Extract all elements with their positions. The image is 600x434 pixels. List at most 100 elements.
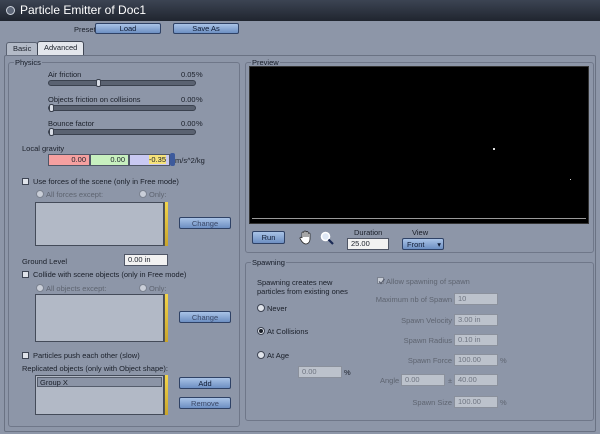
spawn-velocity-label: Spawn Velocity	[401, 316, 452, 325]
only-forces-radio[interactable]	[139, 190, 147, 198]
gravity-x-field[interactable]: 0.00	[48, 154, 90, 166]
angle-label: Angle	[380, 376, 400, 385]
age-unit: %	[344, 368, 351, 377]
tab-advanced[interactable]: Advanced	[37, 41, 85, 56]
add-button[interactable]: Add	[179, 377, 231, 389]
local-gravity-label: Local gravity	[22, 144, 65, 153]
view-select-value: Front	[407, 240, 425, 249]
forces-list-scrollbar[interactable]	[164, 202, 168, 246]
replicated-label: Replicated objects (only with Object sha…	[22, 364, 168, 373]
spawn-size-label: Spawn Size	[412, 398, 452, 407]
push-checkbox[interactable]	[22, 352, 29, 359]
angle-max-field[interactable]: 40.00	[454, 374, 498, 386]
objects-friction-slider-thumb[interactable]	[49, 104, 54, 112]
allow-spawn-label: Allow spawning of spawn	[386, 277, 470, 286]
spawn-force-field[interactable]: 100.00	[454, 354, 498, 366]
objects-friction-value: 0.00	[181, 95, 196, 104]
physics-title: Physics	[14, 58, 42, 67]
change-forces-button[interactable]: Change	[179, 217, 231, 229]
title-bar: Particle Emitter of Doc1	[0, 0, 600, 21]
at-collisions-radio[interactable]	[257, 327, 265, 335]
preview-viewport[interactable]	[249, 66, 589, 224]
objects-friction-unit: %	[196, 95, 203, 104]
bounce-factor-slider-thumb[interactable]	[49, 128, 54, 136]
collide-label: Collide with scene objects (only in Free…	[33, 270, 187, 279]
spawn-radius-label: Spawn Radius	[403, 336, 452, 345]
all-forces-radio[interactable]	[36, 190, 44, 198]
gravity-z-value: -0.35	[148, 155, 166, 164]
collide-checkbox[interactable]	[22, 271, 29, 278]
particle	[493, 148, 495, 150]
bounce-factor-unit: %	[196, 119, 203, 128]
window-menu-icon[interactable]	[6, 6, 15, 15]
bounce-factor-label: Bounce factor	[48, 119, 95, 128]
spawning-description: Spawning creates new particles from exis…	[257, 278, 348, 296]
forces-list[interactable]	[35, 202, 164, 246]
at-age-label: At Age	[267, 351, 290, 360]
chevron-down-icon: ▾	[437, 240, 441, 249]
only-objects-label: Only:	[149, 284, 167, 293]
use-forces-checkbox[interactable]	[22, 178, 29, 185]
at-age-radio[interactable]	[257, 351, 265, 359]
view-select[interactable]: Front ▾	[402, 238, 444, 250]
air-friction-label: Air friction	[48, 70, 82, 79]
spawn-force-label: Spawn Force	[407, 356, 452, 365]
at-collisions-label: At Collisions	[267, 327, 309, 336]
ground-line	[252, 218, 586, 219]
gravity-z-field[interactable]: -0.35	[129, 154, 170, 166]
angle-min-field[interactable]: 0.00	[401, 374, 445, 386]
load-button[interactable]: Load	[95, 23, 161, 34]
spawn-force-unit: %	[500, 356, 507, 365]
use-forces-label: Use forces of the scene (only in Free mo…	[33, 177, 179, 186]
list-item[interactable]: Group X	[37, 377, 162, 387]
never-label: Never	[267, 304, 288, 313]
gravity-unit: m/s^2/kg	[175, 156, 205, 165]
push-label: Particles push each other (slow)	[33, 351, 140, 360]
all-objects-radio[interactable]	[36, 284, 44, 292]
gravity-y-field[interactable]: 0.00	[90, 154, 129, 166]
only-objects-radio[interactable]	[139, 284, 147, 292]
all-forces-except-label: All forces except:	[46, 190, 104, 199]
max-spawn-field[interactable]: 10	[454, 293, 498, 305]
ground-level-field[interactable]: 0.00 in	[124, 254, 168, 266]
air-friction-unit: %	[196, 70, 203, 79]
spawn-velocity-field[interactable]: 3.00 in	[454, 314, 498, 326]
remove-button[interactable]: Remove	[179, 397, 231, 409]
duration-field[interactable]: 25.00	[347, 238, 389, 250]
replicated-list-scrollbar[interactable]	[164, 375, 168, 415]
duration-label: Duration	[354, 228, 383, 237]
never-radio[interactable]	[257, 304, 265, 312]
spawn-radius-field[interactable]: 0.10 in	[454, 334, 498, 346]
replicated-list[interactable]: Group X	[35, 375, 164, 415]
radio-dot-icon	[259, 329, 263, 333]
run-button[interactable]: Run	[252, 231, 285, 244]
air-friction-slider-thumb[interactable]	[96, 79, 101, 87]
save-as-button[interactable]: Save As	[173, 23, 239, 34]
objects-list[interactable]	[35, 294, 164, 342]
air-friction-value: 0.05	[181, 70, 196, 79]
objects-friction-slider[interactable]	[48, 105, 196, 111]
angle-plusminus: ±	[448, 376, 453, 385]
allow-spawn-checkbox[interactable]	[377, 277, 385, 285]
bounce-factor-value: 0.00	[181, 119, 196, 128]
zoom-icon[interactable]	[320, 231, 334, 245]
age-field[interactable]: 0.00	[298, 366, 342, 378]
spawn-size-field[interactable]: 100.00	[454, 396, 498, 408]
change-objects-button[interactable]: Change	[179, 311, 231, 323]
spawn-size-unit: %	[500, 398, 507, 407]
view-label: View	[412, 228, 429, 237]
objects-friction-label: Objects friction on collisions	[48, 95, 141, 104]
window-title: Particle Emitter of Doc1	[20, 3, 147, 17]
tab-basic[interactable]: Basic	[6, 42, 39, 55]
hand-icon[interactable]	[298, 229, 314, 245]
only-forces-label: Only:	[149, 190, 167, 199]
max-spawn-label: Maximum nb of Spawn	[375, 295, 452, 304]
checkmark-icon	[378, 278, 385, 285]
bounce-factor-slider[interactable]	[48, 129, 196, 135]
all-objects-except-label: All objects except:	[46, 284, 107, 293]
objects-list-scrollbar[interactable]	[164, 294, 168, 342]
air-friction-slider[interactable]	[48, 80, 196, 86]
ground-level-label: Ground Level	[22, 257, 68, 266]
particle	[570, 179, 571, 180]
spawning-title: Spawning	[251, 258, 286, 267]
